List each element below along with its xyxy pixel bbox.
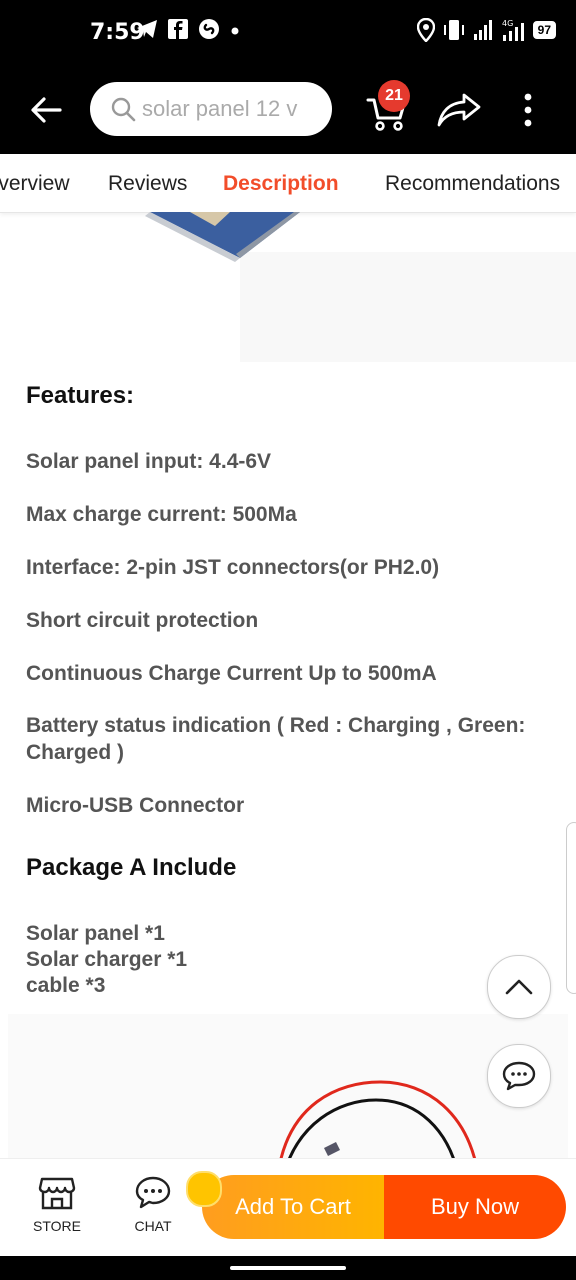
signal-icon (473, 20, 492, 40)
home-indicator[interactable] (230, 1266, 346, 1270)
chat-icon (135, 1176, 171, 1209)
shazam-icon (199, 19, 219, 39)
feature-item: Max charge current: 500Ma (26, 503, 297, 526)
status-bar: 7:59 4G 97 (0, 0, 576, 66)
location-icon (416, 18, 435, 42)
section-tabs: Overview Reviews Description Recommendat… (0, 154, 576, 213)
share-icon[interactable] (436, 92, 482, 128)
cable-image (279, 1080, 476, 1158)
chevron-up-icon (505, 979, 533, 995)
more-options-icon[interactable] (516, 92, 540, 128)
feature-item: Solar panel input: 4.4-6V (26, 450, 272, 473)
package-item: Solar panel *1 (26, 922, 165, 945)
status-notification-icons (136, 18, 240, 40)
top-bar: 21 (0, 66, 576, 154)
description-content: Features: Solar panel input: 4.4-6V Max … (0, 212, 576, 1158)
search-input[interactable] (140, 95, 324, 123)
signal-4g-icon: 4G (502, 19, 524, 41)
package-heading: Package A Include (26, 854, 237, 881)
feature-item: Interface: 2-pin JST connectors(or PH2.0… (26, 556, 440, 579)
cart-badge: 21 (378, 80, 410, 112)
dot-icon (231, 27, 239, 35)
store-button[interactable]: STORE (22, 1175, 92, 1234)
search-bar[interactable] (90, 82, 332, 136)
tab-recommendations[interactable]: Recommendations (385, 172, 560, 196)
add-to-cart-button[interactable]: Add To Cart (202, 1175, 384, 1239)
search-icon (111, 97, 136, 122)
buy-now-button[interactable]: Buy Now (384, 1175, 566, 1239)
store-label: STORE (33, 1218, 81, 1234)
package-item: cable *3 (26, 974, 106, 997)
facebook-icon (168, 19, 188, 39)
feature-item: Battery status indication ( Red : Chargi… (26, 714, 526, 764)
tab-reviews[interactable]: Reviews (108, 172, 187, 196)
chat-label: CHAT (134, 1218, 172, 1234)
status-system-icons: 4G 97 (416, 18, 556, 42)
vibrate-icon (443, 20, 464, 40)
bottom-action-bar: STORE CHAT Add To Cart Buy Now (0, 1158, 576, 1257)
chat-button[interactable]: CHAT (118, 1175, 188, 1234)
store-icon (38, 1177, 76, 1210)
scroll-top-button[interactable] (487, 955, 551, 1019)
telegram-icon (137, 20, 157, 38)
product-image-bottom (8, 1014, 568, 1158)
product-image-top (145, 212, 576, 362)
feature-item: Micro-USB Connector (26, 794, 245, 817)
tab-description[interactable]: Description (223, 172, 339, 196)
back-arrow-icon[interactable] (26, 90, 66, 130)
battery-indicator: 97 (532, 21, 556, 39)
features-heading: Features: (26, 382, 135, 409)
side-panel-handle[interactable] (566, 822, 576, 994)
network-label: 4G (502, 19, 513, 28)
feature-item: Continuous Charge Current Up to 500mA (26, 662, 437, 685)
coin-icon (186, 1171, 222, 1207)
package-item: Solar charger *1 (26, 948, 188, 971)
tab-overview[interactable]: Overview (0, 172, 70, 196)
navigation-bar (0, 1256, 576, 1280)
feature-item: Short circuit protection (26, 609, 259, 632)
message-button[interactable] (487, 1044, 551, 1108)
chat-bubble-icon (502, 1061, 536, 1091)
